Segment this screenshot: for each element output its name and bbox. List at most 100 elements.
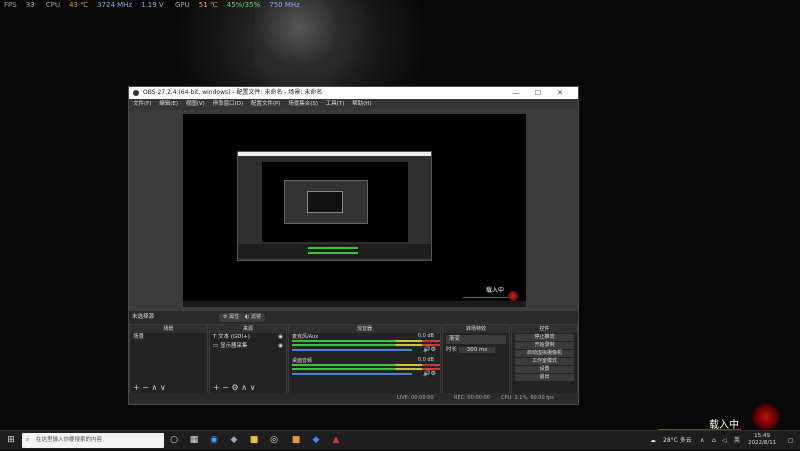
transition-type-select[interactable]: 渐变 <box>446 335 506 344</box>
transitions-dock: 转场特效 渐变 时长 300 ms <box>442 324 510 394</box>
nested-meter-1 <box>308 247 358 249</box>
source-item-display-label: 显示器采集 <box>219 343 248 349</box>
minimize-button[interactable]: — <box>507 87 525 99</box>
scene-item[interactable]: 场景 <box>130 333 207 342</box>
desktop-channel-db: 0.0 dB <box>417 357 434 363</box>
mic-level-meter-2 <box>292 344 440 346</box>
task-view-icon[interactable]: ○ <box>168 434 180 446</box>
performance-overlay: FPS 33 CPU 43 ℃ 3724 MHz 1.19 V GPU 51 ℃ 45%/3… <box>4 1 309 9</box>
filters-button[interactable]: ◐ 滤镜 <box>241 313 265 322</box>
nested-preview-3 <box>307 191 343 213</box>
mic-volume-slider[interactable] <box>292 349 412 351</box>
gpu-clock: 750 MHz <box>269 1 300 9</box>
steam-icon[interactable]: ◆ <box>228 434 240 446</box>
menu-edit[interactable]: 编辑(E) <box>159 101 178 107</box>
window-titlebar[interactable]: OBS 27.2.4 (64-bit, windows) - 配置文件: 未命名… <box>129 87 578 99</box>
folder-icon[interactable]: ■ <box>290 434 302 446</box>
weather-text[interactable]: 28°C 多云 <box>663 431 692 451</box>
clock[interactable]: 15:49 2022/8/11 <box>748 433 776 447</box>
add-source-icon[interactable]: + <box>213 383 220 392</box>
menu-scene-collection[interactable]: 场景集合(S) <box>288 101 318 107</box>
settings-button[interactable]: 设置 <box>515 366 574 373</box>
transition-type-value: 渐变 <box>449 336 461 342</box>
obs-taskbar-icon[interactable]: ◎ <box>268 434 280 446</box>
menu-file[interactable]: 文件(F) <box>133 101 151 107</box>
start-recording-button[interactable]: 开始录制 <box>515 342 574 349</box>
rec-status: REC: 00:00:00 <box>454 395 490 401</box>
nested-preview-2 <box>284 180 368 224</box>
edge-icon[interactable]: ◉ <box>208 434 220 446</box>
preview-canvas[interactable]: 载入中 <box>183 114 526 307</box>
source-toolbar: 未选择源 ⚙ 属性 ◐ 滤镜 <box>129 311 578 324</box>
remove-scene-icon[interactable]: − <box>142 383 149 392</box>
clock-date: 2022/8/11 <box>748 440 777 446</box>
window-title: OBS 27.2.4 (64-bit, windows) - 配置文件: 未命名… <box>143 89 323 96</box>
properties-button[interactable]: ⚙ 属性 <box>219 313 244 322</box>
move-down-source-icon[interactable]: ∨ <box>250 383 256 392</box>
add-scene-icon[interactable]: + <box>133 383 140 392</box>
close-button[interactable]: ✕ <box>551 87 569 99</box>
obs-logo-icon <box>133 90 139 96</box>
menu-tools[interactable]: 工具(T) <box>326 101 345 107</box>
mixer-channel-mic: 麦克风/Aux 0.0 dB 🔊⚙ <box>289 333 440 357</box>
widgets-icon[interactable]: ▦ <box>188 434 200 446</box>
cpu-voltage: 1.19 V <box>141 1 164 9</box>
ime-indicator[interactable]: 英 <box>734 431 740 451</box>
menu-view[interactable]: 视图(V) <box>186 101 205 107</box>
desktop-speaker-icon[interactable]: 🔊⚙ <box>423 370 436 377</box>
menu-profile[interactable]: 配置文件(P) <box>251 101 281 107</box>
cpu-clock: 3724 MHz <box>97 1 133 9</box>
stop-streaming-button[interactable]: 停止推流 <box>515 334 574 341</box>
desktop-volume-slider[interactable] <box>292 373 412 375</box>
desktop-level-meter <box>292 364 440 366</box>
status-bar: LIVE: 00:00:00 REC: 00:00:00 CPU: 3.1%, … <box>129 393 578 404</box>
menu-docks[interactable]: 停靠窗口(D) <box>213 101 244 107</box>
mic-channel-db: 0.0 dB <box>417 333 434 339</box>
source-settings-icon[interactable]: ⚙ <box>232 383 239 392</box>
source-item-text[interactable]: T 文本 (GDI+) ◉ <box>210 333 286 342</box>
eye-icon[interactable]: ◉ <box>278 333 283 342</box>
move-down-scene-icon[interactable]: ∨ <box>160 383 166 392</box>
weather-icon[interactable]: ☁ <box>650 431 656 451</box>
preview-loading-text: 载入中 <box>485 287 504 294</box>
studio-mode-button[interactable]: 工作室模式 <box>515 358 574 365</box>
notification-icon[interactable]: ▢ <box>788 431 794 451</box>
mic-speaker-icon[interactable]: 🔊⚙ <box>423 346 436 353</box>
duration-value[interactable]: 300 ms <box>458 347 496 353</box>
volume-icon[interactable]: ◁ <box>722 431 727 451</box>
menu-help[interactable]: 帮助(H) <box>352 101 371 107</box>
app-icon[interactable]: ■ <box>248 434 260 446</box>
sources-dock: 来源 T 文本 (GDI+) ◉ ▭ 显示器采集 ◉ + − ⚙ ∧ ∨ <box>209 324 287 394</box>
preview-area[interactable]: 载入中 <box>129 110 578 311</box>
preview-logo-icon <box>508 291 518 301</box>
app2-icon[interactable]: ◆ <box>310 434 322 446</box>
scenes-footer: + − ∧ ∨ <box>130 382 207 393</box>
mixer-header: 混音器 <box>289 325 440 333</box>
scenes-header: 场景 <box>130 325 207 333</box>
maximize-button[interactable]: ☐ <box>529 87 547 99</box>
cpu-temp: 43 ℃ <box>69 1 89 9</box>
gpu-label: GPU <box>174 1 190 9</box>
transition-duration: 时长 300 ms <box>443 346 509 355</box>
obs-window: OBS 27.2.4 (64-bit, windows) - 配置文件: 未命名… <box>128 86 579 405</box>
filters-label: 滤镜 <box>250 314 261 320</box>
network-icon[interactable]: ⌂ <box>712 431 716 451</box>
source-item-text-label: 文本 (GDI+) <box>218 334 250 340</box>
windows-start-icon[interactable]: ⊞ <box>5 434 17 446</box>
exit-button[interactable]: 退出 <box>515 374 574 381</box>
eye-icon[interactable]: ◉ <box>278 342 283 351</box>
move-up-source-icon[interactable]: ∧ <box>241 383 247 392</box>
gpu-load: 45%/35% <box>226 1 261 9</box>
search-placeholder: 在这里输入你要搜索的内容 <box>36 437 103 443</box>
remove-source-icon[interactable]: − <box>222 383 229 392</box>
scenes-dock: 场景 场景 + − ∧ ∨ <box>129 324 208 394</box>
source-item-display[interactable]: ▭ 显示器采集 ◉ <box>210 342 286 351</box>
nested-docks <box>238 244 431 258</box>
tray-expand-icon[interactable]: ∧ <box>700 431 704 451</box>
start-virtual-camera-button[interactable]: 启动虚拟摄像机 <box>515 350 574 357</box>
move-up-scene-icon[interactable]: ∧ <box>152 383 158 392</box>
taskbar-search-box[interactable]: ⌕ 在这里输入你要搜索的内容 <box>22 433 164 448</box>
app3-icon[interactable]: ▲ <box>330 434 342 446</box>
search-icon: ⌕ <box>26 437 30 443</box>
fps-label: FPS <box>4 1 17 9</box>
